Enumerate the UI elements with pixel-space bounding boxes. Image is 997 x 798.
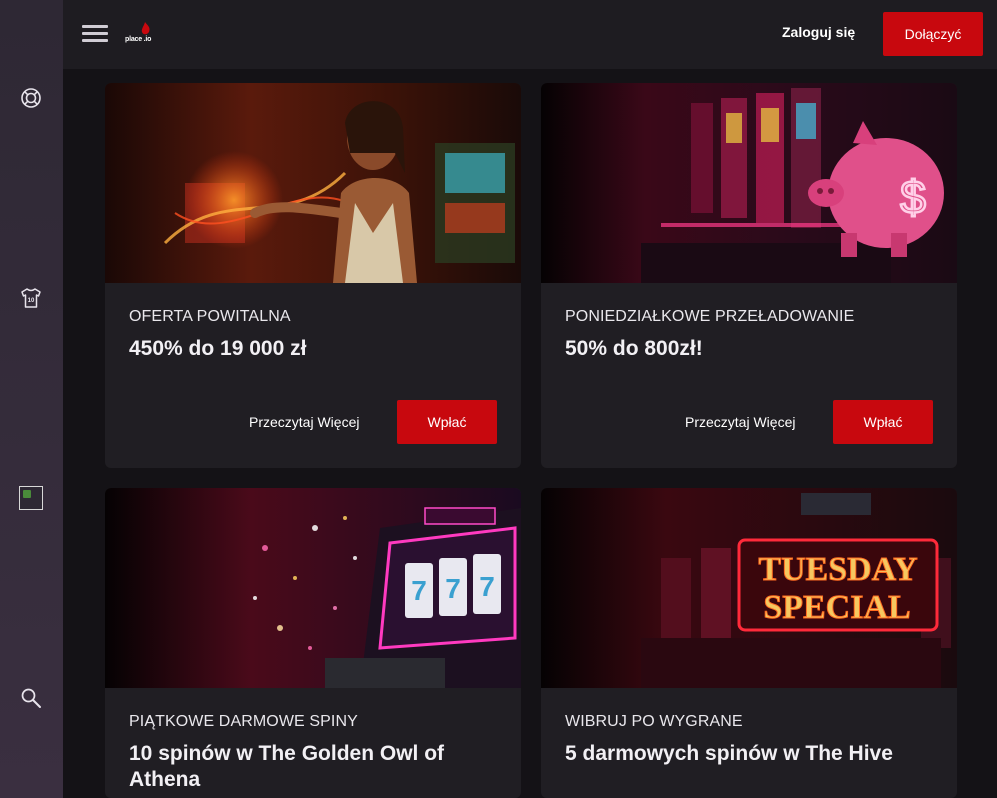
- svg-text:10: 10: [28, 298, 35, 304]
- promo-title: 5 darmowych spinów w The Hive: [565, 742, 893, 765]
- svg-text:7: 7: [445, 573, 461, 604]
- promo-card-welcome: OFERTA POWITALNA 450% do 19 000 zł Przec…: [105, 83, 521, 468]
- promo-label: WIBRUJ PO WYGRANE: [565, 713, 743, 730]
- promo-image-monday: $: [541, 83, 957, 283]
- promo-label: OFERTA POWITALNA: [129, 308, 291, 325]
- deposit-button[interactable]: Wpłać: [833, 400, 933, 444]
- promo-label: PONIEDZIAŁKOWE PRZEŁADOWANIE: [565, 308, 855, 325]
- read-more-link[interactable]: Przeczytaj Więcej: [249, 414, 359, 430]
- menu-icon[interactable]: [82, 25, 108, 43]
- promo-title: 50% do 800zł!: [565, 337, 703, 360]
- lifebuoy-icon[interactable]: [19, 86, 43, 110]
- promo-image-friday: 7 7 7: [105, 488, 521, 688]
- login-link[interactable]: Zaloguj się: [782, 24, 855, 40]
- sidebar: 10: [0, 0, 63, 798]
- broken-image-icon[interactable]: [19, 486, 43, 510]
- promo-image-welcome: [105, 83, 521, 283]
- special-text: SPECIAL: [763, 589, 910, 626]
- svg-text:$: $: [900, 171, 926, 223]
- read-more-link[interactable]: Przeczytaj Więcej: [685, 414, 795, 430]
- promo-card-monday-reload: $ PONIEDZIAŁKOWE PRZEŁADOWANIE 50% do 80…: [541, 83, 957, 468]
- top-header: place .io Zaloguj się Dołączyć: [63, 0, 997, 69]
- svg-text:7: 7: [411, 575, 427, 606]
- svg-text:7: 7: [479, 571, 495, 602]
- promo-card-vibrate-wins: TUESDAY SPECIAL WIBRUJ PO WYGRANE 5 darm…: [541, 488, 957, 798]
- promo-label: PIĄTKOWE DARMOWE SPINY: [129, 713, 358, 730]
- promo-title: 10 spinów w The Golden Owl of Athena: [129, 742, 445, 791]
- tuesday-text: TUESDAY: [758, 551, 917, 588]
- promo-image-tuesday: TUESDAY SPECIAL: [541, 488, 957, 688]
- promo-title: 450% do 19 000 zł: [129, 337, 307, 360]
- logo[interactable]: place .io: [125, 20, 169, 46]
- jersey-icon[interactable]: 10: [19, 286, 43, 310]
- join-button[interactable]: Dołączyć: [883, 12, 983, 56]
- logo-text: place .io: [125, 36, 152, 43]
- promo-card-friday-spins: 7 7 7 PIĄTKOWE DARMOWE SPINY 10 spinów w…: [105, 488, 521, 798]
- deposit-button[interactable]: Wpłać: [397, 400, 497, 444]
- search-icon[interactable]: [19, 686, 43, 710]
